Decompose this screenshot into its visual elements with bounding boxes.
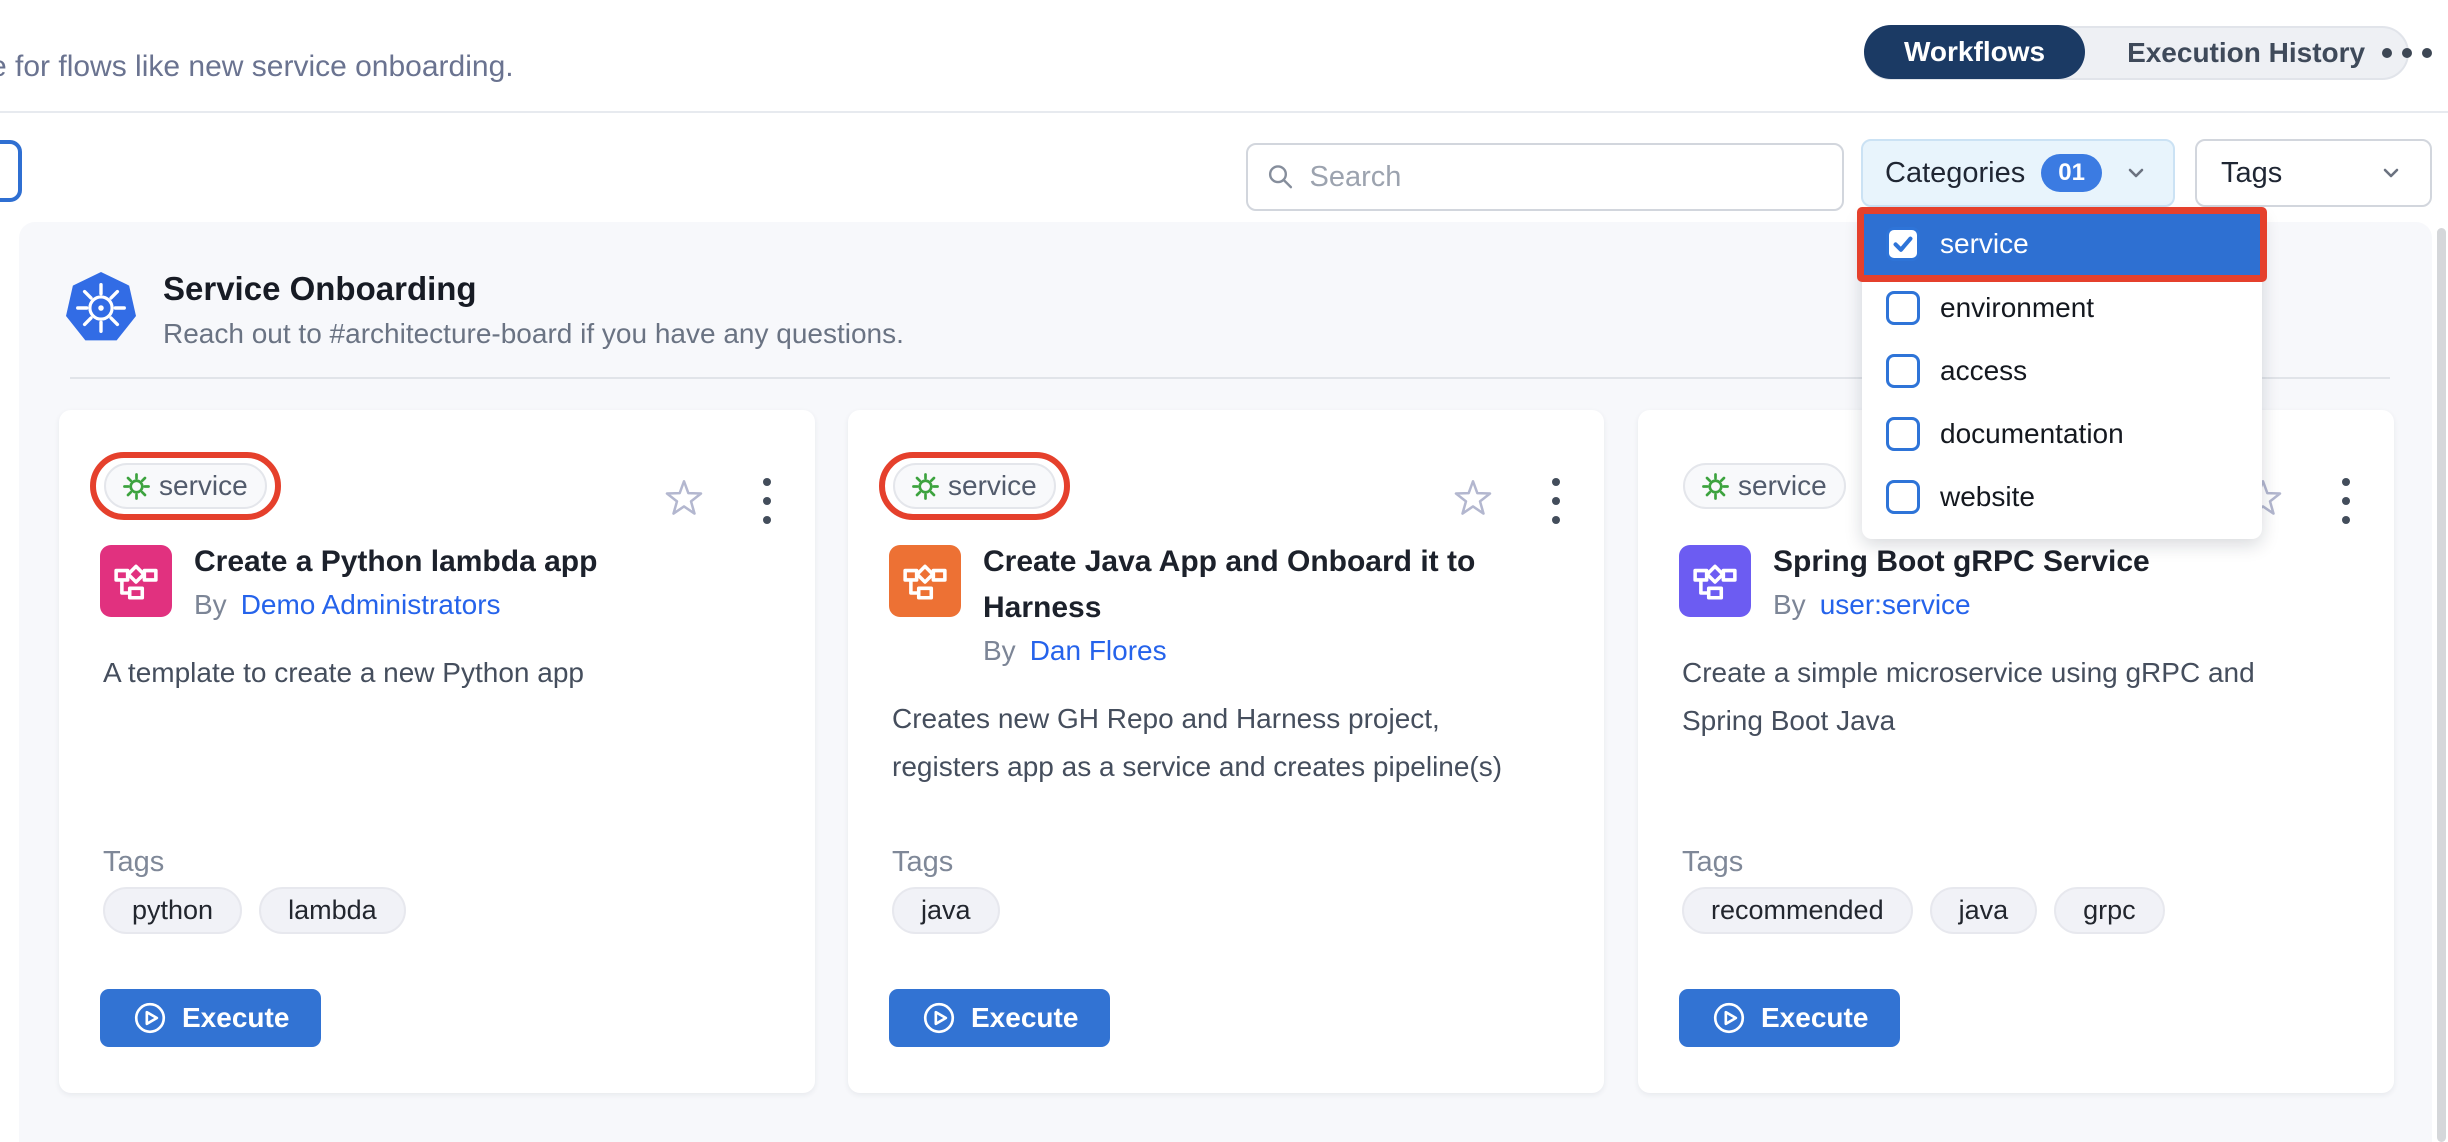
- star-icon[interactable]: [663, 476, 705, 518]
- dropdown-item-label: environment: [1940, 292, 2094, 324]
- author-link[interactable]: Demo Administrators: [241, 589, 501, 621]
- dropdown-item-service[interactable]: service: [1862, 212, 2262, 276]
- tab-workflows[interactable]: Workflows: [1864, 25, 2085, 79]
- tag-chip: java: [1930, 887, 2038, 934]
- kubernetes-icon: [64, 270, 138, 346]
- tag-chip: java: [892, 887, 1000, 934]
- execute-label: Execute: [971, 1002, 1078, 1034]
- checkbox-unchecked-icon[interactable]: [1886, 354, 1920, 388]
- tags-section-label: Tags: [1682, 846, 1743, 879]
- execute-label: Execute: [182, 1002, 289, 1034]
- tag-chip: grpc: [2054, 887, 2165, 934]
- card-menu-icon[interactable]: [759, 474, 775, 528]
- annotation-highlight: service: [90, 452, 281, 520]
- card-description: Creates new GH Repo and Harness project,…: [892, 695, 1552, 791]
- category-chip: service: [104, 463, 267, 509]
- workflow-card[interactable]: service Create Java App and Onboard: [848, 410, 1604, 1093]
- dropdown-item-documentation[interactable]: documentation: [1862, 402, 2262, 465]
- chevron-down-icon: [2376, 158, 2406, 188]
- tag-chip: lambda: [259, 887, 406, 934]
- card-description: Create a simple microservice using gRPC …: [1682, 649, 2342, 745]
- tags-dropdown-button[interactable]: Tags: [2195, 139, 2432, 207]
- page-description-text: e for flows like new service onboarding.: [0, 50, 514, 84]
- search-box: [1246, 143, 1844, 211]
- play-icon: [132, 1000, 168, 1036]
- tags-section-label: Tags: [103, 846, 164, 879]
- star-icon[interactable]: [1452, 476, 1494, 518]
- by-label: By: [1773, 589, 1806, 621]
- view-toggle: Workflows Execution History: [1864, 26, 2409, 80]
- tag-chip: recommended: [1682, 887, 1913, 934]
- card-title: Spring Boot gRPC Service: [1773, 539, 2150, 585]
- vertical-scrollbar[interactable]: [2437, 228, 2446, 1142]
- category-chip-wrap: service: [1669, 452, 1860, 520]
- author-link[interactable]: user:service: [1820, 589, 1971, 621]
- dropdown-item-label: documentation: [1940, 418, 2124, 450]
- card-title: Create Java App and Onboard it to Harnes…: [983, 539, 1543, 631]
- gear-icon: [912, 473, 939, 500]
- checkbox-unchecked-icon[interactable]: [1886, 480, 1920, 514]
- section-subtitle: Reach out to #architecture-board if you …: [163, 318, 904, 350]
- gear-icon: [1702, 473, 1729, 500]
- workflow-icon: [1679, 545, 1751, 617]
- categories-label: Categories: [1885, 157, 2025, 190]
- workflow-card[interactable]: service Create a Python lambda app: [59, 410, 815, 1093]
- by-label: By: [194, 589, 227, 621]
- card-menu-icon[interactable]: [2338, 474, 2354, 528]
- tab-execution-history[interactable]: Execution History: [2085, 37, 2407, 69]
- play-icon: [921, 1000, 957, 1036]
- card-menu-icon[interactable]: [1548, 474, 1564, 528]
- chevron-down-icon: [2121, 158, 2151, 188]
- play-icon: [1711, 1000, 1747, 1036]
- checkbox-unchecked-icon[interactable]: [1886, 291, 1920, 325]
- section-title: Service Onboarding: [163, 270, 477, 308]
- category-chip-label: service: [948, 470, 1037, 502]
- search-icon: [1266, 161, 1296, 193]
- tag-chip: python: [103, 887, 242, 934]
- annotation-highlight: service: [879, 452, 1070, 520]
- category-chip-label: service: [1738, 470, 1827, 502]
- by-label: By: [983, 635, 1016, 667]
- search-input[interactable]: [1310, 161, 1825, 194]
- card-description: A template to create a new Python app: [103, 649, 763, 697]
- workflow-icon: [889, 545, 961, 617]
- execute-button[interactable]: Execute: [100, 989, 321, 1047]
- card-title: Create a Python lambda app: [194, 539, 597, 585]
- author-link[interactable]: Dan Flores: [1030, 635, 1167, 667]
- categories-dropdown-menu: service environment access documentation…: [1862, 212, 2262, 539]
- clipped-left-button[interactable]: [0, 140, 22, 202]
- more-menu-icon[interactable]: [2382, 48, 2432, 58]
- tags-section-label: Tags: [892, 846, 953, 879]
- dropdown-item-website[interactable]: website: [1862, 465, 2262, 528]
- checkbox-unchecked-icon[interactable]: [1886, 417, 1920, 451]
- category-chip-label: service: [159, 470, 248, 502]
- category-chip: service: [1683, 463, 1846, 509]
- category-chip: service: [893, 463, 1056, 509]
- dropdown-item-environment[interactable]: environment: [1862, 276, 2262, 339]
- categories-dropdown-button[interactable]: Categories 01: [1861, 139, 2175, 207]
- categories-count-badge: 01: [2041, 154, 2102, 192]
- workflow-icon: [100, 545, 172, 617]
- gear-icon: [123, 473, 150, 500]
- tags-label: Tags: [2221, 157, 2282, 190]
- execute-button[interactable]: Execute: [1679, 989, 1900, 1047]
- dropdown-item-label: access: [1940, 355, 2027, 387]
- checkbox-checked-icon[interactable]: [1886, 227, 1920, 261]
- execute-label: Execute: [1761, 1002, 1868, 1034]
- execute-button[interactable]: Execute: [889, 989, 1110, 1047]
- dropdown-item-access[interactable]: access: [1862, 339, 2262, 402]
- dropdown-item-label: service: [1940, 228, 2029, 260]
- dropdown-item-label: website: [1940, 481, 2035, 513]
